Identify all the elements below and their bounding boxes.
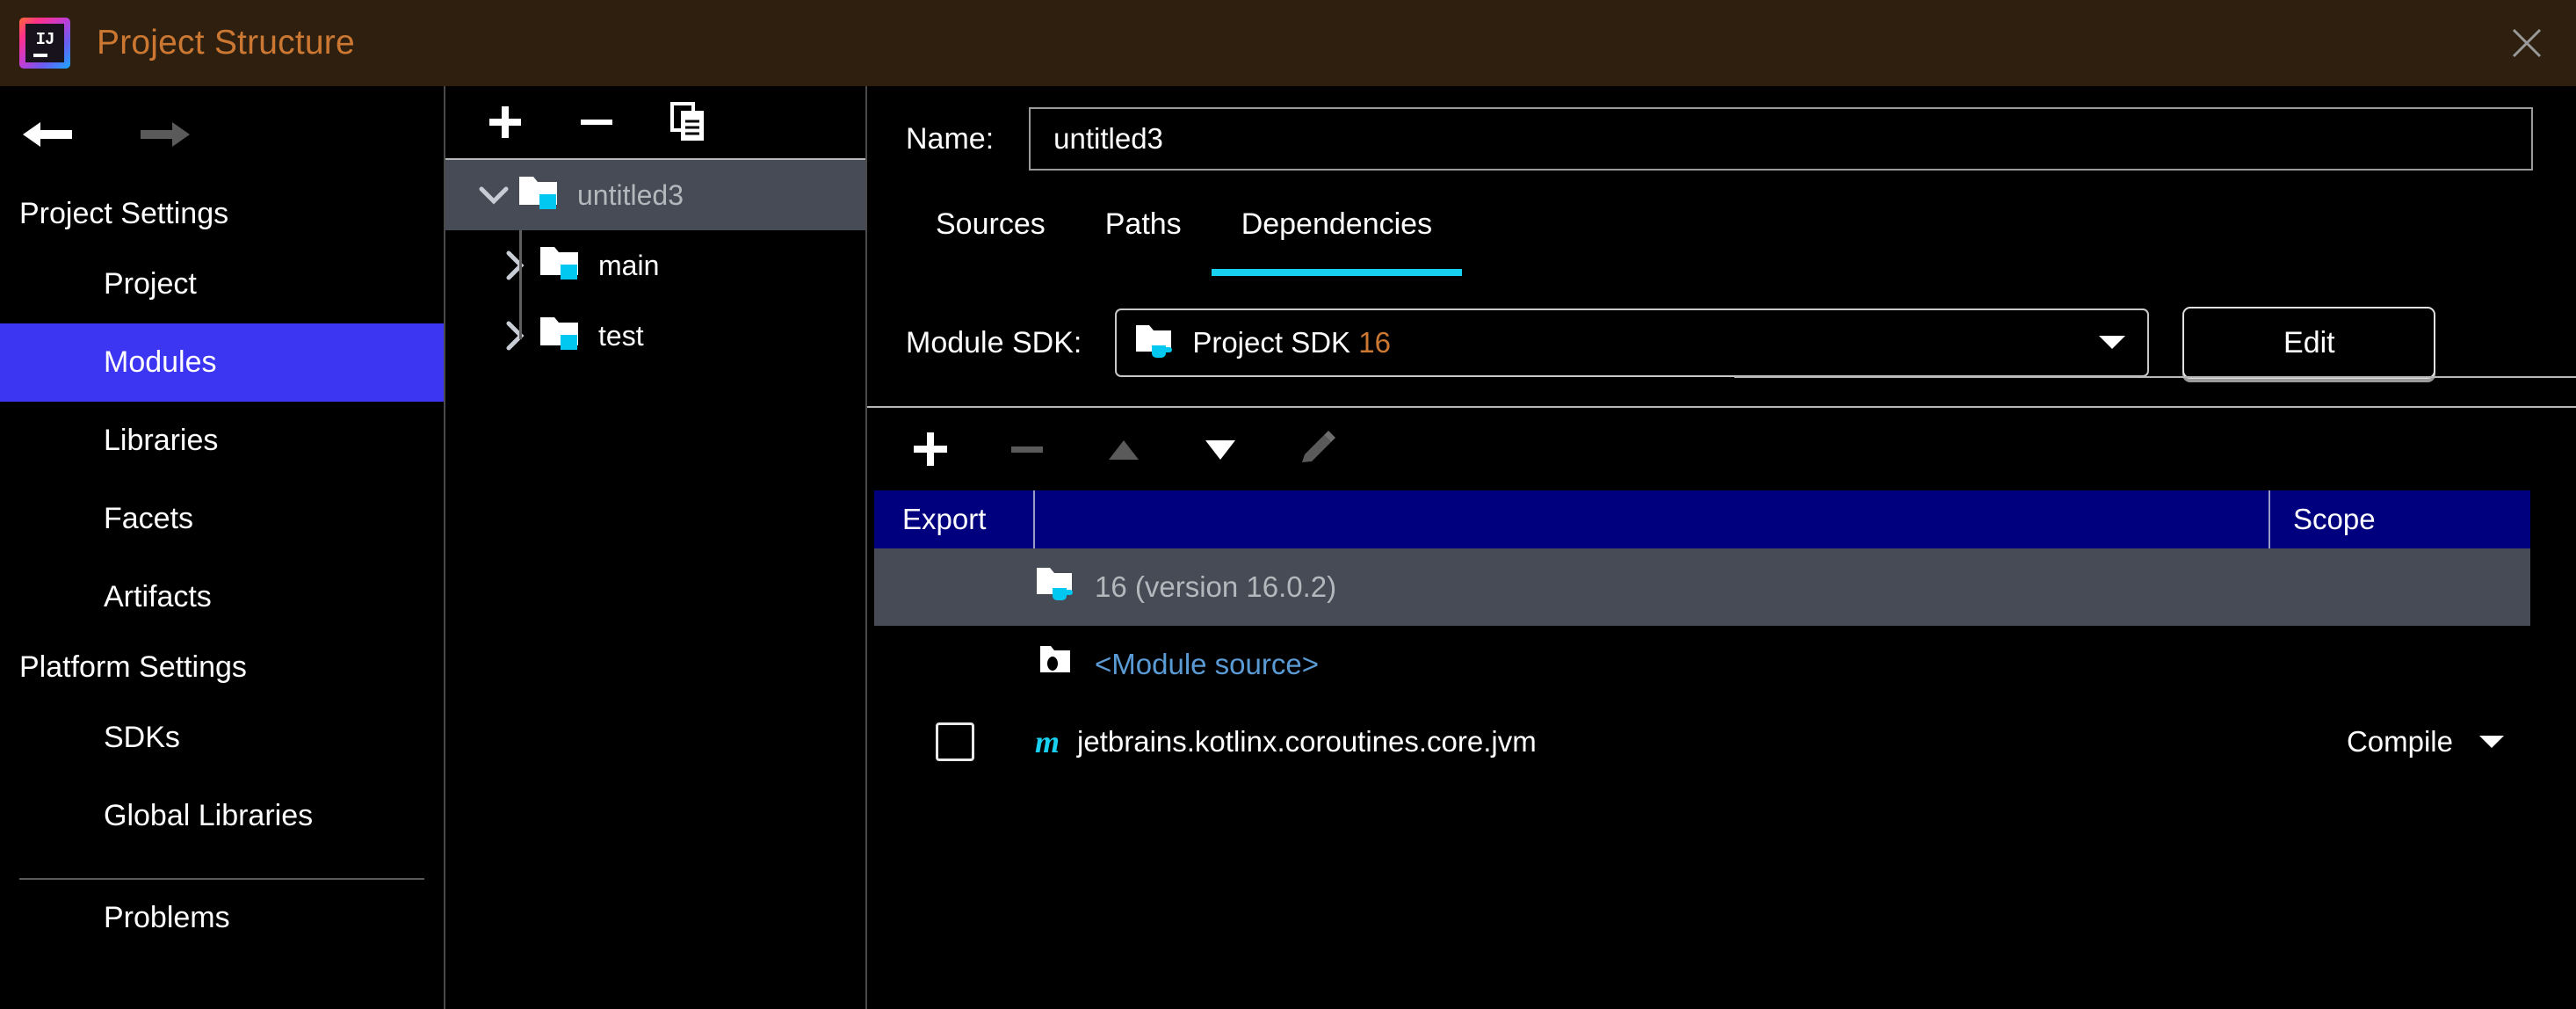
dependency-name-cell: 16 (version 16.0.2) — [1035, 563, 2268, 611]
chevron-right-icon[interactable] — [491, 250, 539, 280]
module-name-row: Name: untitled3 — [867, 86, 2576, 192]
tab-label: Dependencies — [1241, 207, 1433, 241]
module-sdk-value: Project SDK 16 — [1192, 326, 1391, 359]
pencil-icon[interactable] — [1296, 428, 1338, 470]
dependency-name: jetbrains.kotlinx.coroutines.core.jvm — [1077, 725, 1537, 758]
module-sdk-combobox[interactable]: Project SDK 16 — [1115, 309, 2150, 377]
plus-icon[interactable] — [909, 428, 952, 470]
table-row[interactable]: m jetbrains.kotlinx.coroutines.core.jvm … — [874, 703, 2530, 780]
sidebar-item-artifacts[interactable]: Artifacts — [0, 558, 444, 636]
module-details-panel: Name: untitled3 Sources Paths Dependenci… — [867, 86, 2576, 1009]
module-source-icon — [1035, 641, 1077, 688]
tree-guide-line — [519, 230, 522, 339]
java-sdk-icon — [1134, 321, 1176, 366]
dependency-name-cell: m jetbrains.kotlinx.coroutines.core.jvm — [1035, 723, 2268, 760]
tabs-divider — [1734, 376, 2576, 378]
triangle-down-icon[interactable] — [1199, 428, 1241, 470]
scope-value: Compile — [2346, 725, 2453, 758]
tab-label: Paths — [1104, 207, 1182, 241]
table-row[interactable]: <Module source> — [874, 626, 2530, 703]
source-folder-icon — [539, 241, 586, 290]
tab-paths[interactable]: Paths — [1075, 192, 1212, 276]
window-title: Project Structure — [97, 24, 355, 62]
table-row[interactable]: 16 (version 16.0.2) — [874, 548, 2530, 626]
sidebar-item-project[interactable]: Project — [0, 245, 444, 323]
sidebar-item-label: Facets — [104, 502, 194, 535]
navigation-arrows — [0, 86, 444, 183]
sidebar-item-label: SDKs — [104, 721, 180, 754]
sidebar-item-label: Artifacts — [104, 580, 212, 613]
dependencies-toolbar — [867, 406, 2576, 490]
tree-node-label: main — [598, 249, 660, 281]
sidebar-item-global-libraries[interactable]: Global Libraries — [0, 777, 444, 855]
sidebar-item-label: Libraries — [104, 424, 219, 457]
dependency-name-cell: <Module source> — [1035, 641, 2268, 688]
sdk-version: 16 — [1358, 326, 1391, 359]
java-sdk-icon — [1035, 563, 1077, 611]
module-sdk-label: Module SDK: — [906, 325, 1082, 359]
chevron-down-icon[interactable] — [470, 185, 517, 206]
column-header-scope[interactable]: Scope — [2268, 490, 2530, 548]
module-name-input[interactable]: untitled3 — [1029, 107, 2534, 171]
triangle-up-icon[interactable] — [1103, 428, 1145, 470]
dependency-name: <Module source> — [1095, 648, 1319, 680]
module-sdk-row: Module SDK: Project SDK 16 Edit — [867, 292, 2576, 394]
module-tabs: Sources Paths Dependencies — [867, 192, 2576, 276]
sidebar-group-project-settings: Project Settings — [19, 197, 229, 230]
module-tree-panel: untitled3 main test — [445, 86, 865, 1009]
minus-icon[interactable] — [1006, 428, 1048, 470]
column-header-export[interactable]: Export — [874, 490, 1035, 548]
tab-label: Sources — [936, 207, 1046, 241]
sidebar-item-label: Problems — [104, 900, 230, 934]
sidebar-item-libraries[interactable]: Libraries — [0, 402, 444, 480]
source-folder-icon — [539, 311, 586, 360]
copy-icon[interactable] — [667, 101, 709, 143]
tree-node-test[interactable]: test — [445, 301, 865, 371]
sidebar-item-label: Modules — [104, 345, 217, 379]
title-bar: IJ Project Structure — [0, 0, 2576, 86]
settings-sidebar: Project Settings Project Modules Librari… — [0, 86, 444, 1009]
chevron-down-icon[interactable] — [2476, 725, 2507, 759]
module-name-value: untitled3 — [1053, 122, 1163, 155]
edit-button-label: Edit — [2283, 325, 2335, 359]
plus-icon[interactable] — [484, 101, 526, 143]
edit-sdk-button[interactable]: Edit — [2182, 307, 2436, 379]
arrow-right-icon[interactable] — [137, 115, 192, 154]
export-cell[interactable] — [874, 722, 1035, 761]
tree-node-untitled3[interactable]: untitled3 — [445, 160, 865, 230]
minus-icon[interactable] — [575, 101, 618, 143]
tab-dependencies[interactable]: Dependencies — [1211, 192, 1463, 276]
name-label: Name: — [906, 121, 995, 156]
chevron-down-icon[interactable] — [2095, 330, 2130, 357]
logo-text: IJ — [35, 30, 55, 49]
sidebar-group-platform-settings: Platform Settings — [19, 650, 247, 684]
sidebar-item-label: Global Libraries — [104, 799, 314, 832]
sdk-name: Project SDK — [1192, 326, 1351, 359]
module-tree: untitled3 main test — [445, 160, 865, 371]
chevron-right-icon[interactable] — [491, 321, 539, 351]
sidebar-item-modules[interactable]: Modules — [0, 323, 444, 402]
tree-node-label: test — [598, 319, 644, 352]
module-tree-toolbar — [445, 86, 865, 160]
module-m-icon: m — [1035, 724, 1060, 759]
sidebar-item-facets[interactable]: Facets — [0, 480, 444, 558]
sidebar-item-sdks[interactable]: SDKs — [0, 699, 444, 777]
export-checkbox[interactable] — [935, 722, 974, 761]
tab-sources[interactable]: Sources — [906, 192, 1075, 276]
scope-cell[interactable]: Compile — [2268, 725, 2530, 759]
intellij-idea-logo-icon: IJ — [19, 18, 70, 69]
tree-node-label: untitled3 — [577, 178, 684, 211]
sidebar-item-label: Project — [104, 267, 197, 301]
sidebar-item-problems[interactable]: Problems — [0, 880, 444, 955]
dependencies-table-header: Export Scope — [874, 490, 2530, 548]
arrow-left-icon[interactable] — [21, 115, 76, 154]
tree-node-main[interactable]: main — [445, 230, 865, 301]
module-folder-icon — [517, 171, 565, 220]
dependencies-table: Export Scope 16 (version 16.0.2) <Module… — [874, 490, 2530, 780]
dependency-name: 16 (version 16.0.2) — [1095, 570, 1337, 603]
close-icon[interactable] — [2504, 20, 2550, 66]
